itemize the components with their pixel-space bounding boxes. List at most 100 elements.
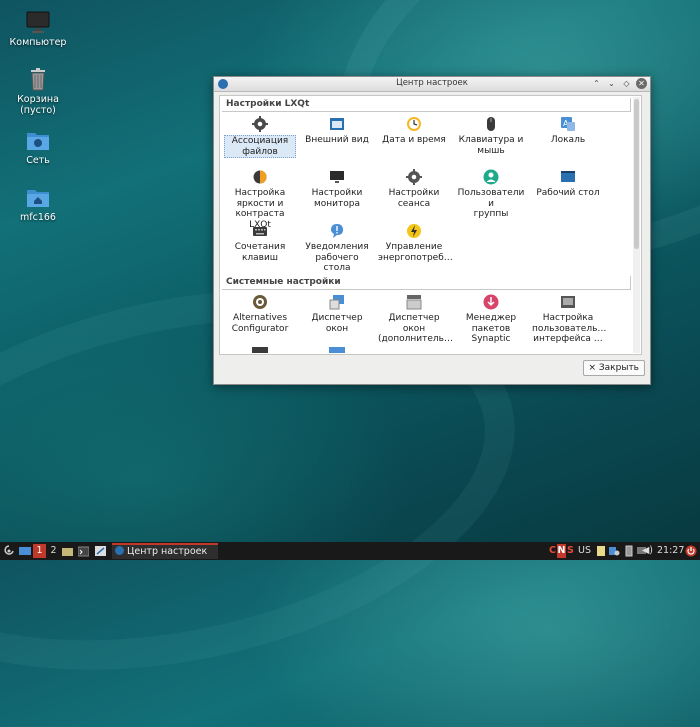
item-label: Диспетчер окон (дополнитель… xyxy=(378,313,453,344)
tray-icon-s[interactable]: S xyxy=(567,544,575,558)
network-tray-icon[interactable] xyxy=(609,544,620,558)
window-title: Центр настроек xyxy=(396,78,468,88)
text-editor-icon[interactable] xyxy=(95,544,106,558)
maximize-icon[interactable]: ◇ xyxy=(621,78,632,89)
item-label: Настройки сеанса xyxy=(388,188,440,209)
section-title-system: Системные настройки xyxy=(222,276,631,290)
monitor-icon xyxy=(25,10,51,34)
window-manager-advanced-icon xyxy=(406,294,422,310)
partial-row-icon xyxy=(329,347,345,353)
item-notifications[interactable]: Уведомления рабочего стола xyxy=(301,223,373,274)
settings-center-window: Центр настроек ⌃ ⌄ ◇ ✕ Настройки LXQt Ас… xyxy=(213,76,651,385)
desktop-icon-home[interactable]: mfc166 xyxy=(8,185,68,223)
window-manager-icon xyxy=(329,294,345,310)
desktop-icon-computer[interactable]: Компьютер xyxy=(8,10,68,48)
item-monitor-settings[interactable]: Настройки монитора xyxy=(301,169,373,209)
clock[interactable]: 21:27 xyxy=(657,544,684,558)
settings-list: Настройки LXQt Ассоциация файлов Внешний… xyxy=(219,95,642,355)
item-label: Ассоциация файлов xyxy=(224,135,296,158)
item-label: Уведомления рабочего стола xyxy=(305,242,369,273)
taskbar-window-button[interactable]: Центр настроек xyxy=(112,543,218,559)
item-label: Alternatives Configurator xyxy=(231,313,289,334)
item-label: Менеджер пакетов Synaptic xyxy=(465,313,517,344)
appearance-icon xyxy=(329,116,345,132)
desktop-icon-label: Корзина (пусто) xyxy=(17,94,59,116)
item-label: Клавиатура и мышь xyxy=(458,135,524,156)
show-desktop-icon[interactable] xyxy=(19,544,31,558)
item-users-groups[interactable]: Пользователи и группы xyxy=(455,169,527,220)
locale-icon: A xyxy=(560,116,576,132)
tray-icon-c[interactable]: C xyxy=(549,544,557,558)
item-label: Пользователи и группы xyxy=(457,188,525,219)
power-menu-icon[interactable] xyxy=(685,544,697,558)
item-synaptic[interactable]: Менеджер пакетов Synaptic xyxy=(455,294,527,345)
desktop-icon-label: mfc166 xyxy=(20,212,56,223)
app-icon xyxy=(115,546,124,555)
item-appearance[interactable]: Внешний вид xyxy=(301,116,373,146)
keyboard-icon xyxy=(252,223,268,239)
item-ui-settings[interactable]: Настройка пользователь… интерфейса … xyxy=(532,294,607,345)
section-title-lxqt: Настройки LXQt xyxy=(222,98,631,112)
brightness-icon xyxy=(252,169,268,185)
item-window-manager-advanced[interactable]: Диспетчер окон (дополнитель… xyxy=(378,294,453,345)
tray-icon-n[interactable]: N xyxy=(557,544,566,558)
clipboard-icon[interactable] xyxy=(596,544,606,558)
item-label: Настройки монитора xyxy=(311,188,363,209)
desktop-icon-network[interactable]: Сеть xyxy=(8,128,68,166)
terminal-icon[interactable] xyxy=(77,544,90,558)
item-label: Настройка пользователь… интерфейса … xyxy=(532,313,607,344)
item-locale[interactable]: A Локаль xyxy=(532,116,604,146)
item-label: Рабочий стол xyxy=(536,188,600,198)
partial-row-icon xyxy=(252,347,268,353)
close-button[interactable]: × Закрыть xyxy=(582,360,645,376)
minimize-icon[interactable]: ⌄ xyxy=(606,78,617,89)
monitor-icon xyxy=(329,169,345,185)
trash-icon xyxy=(25,67,51,91)
item-label: Внешний вид xyxy=(305,135,369,145)
keep-above-icon[interactable]: ⌃ xyxy=(591,78,602,89)
item-keyboard-mouse[interactable]: Клавиатура и мышь xyxy=(455,116,527,156)
close-icon[interactable]: ✕ xyxy=(636,78,647,89)
session-gear-icon xyxy=(406,169,422,185)
keyboard-layout[interactable]: US xyxy=(578,544,592,558)
desktop-icon-label: Компьютер xyxy=(9,37,67,48)
volume-icon[interactable]: ◀) xyxy=(642,544,653,558)
file-manager-icon[interactable] xyxy=(62,544,73,558)
item-label: Диспетчер окон xyxy=(311,313,363,334)
notification-icon xyxy=(329,223,345,239)
item-brightness[interactable]: Настройка яркости и контраста LXQt xyxy=(224,169,296,230)
users-icon xyxy=(483,169,499,185)
desktop-icon-trash[interactable]: Корзина (пусто) xyxy=(8,67,68,116)
vertical-scrollbar[interactable] xyxy=(633,97,640,353)
clock-icon xyxy=(406,116,422,132)
power-icon xyxy=(406,223,422,239)
item-file-associations[interactable]: Ассоциация файлов xyxy=(224,116,296,158)
ui-settings-icon xyxy=(560,294,576,310)
main-menu-icon[interactable] xyxy=(3,544,15,558)
item-session-settings[interactable]: Настройки сеанса xyxy=(378,169,450,209)
synaptic-icon xyxy=(483,294,499,310)
network-folder-icon xyxy=(25,128,51,152)
item-label: Управление энергопотреб… xyxy=(378,242,453,263)
task-title: Центр настроек xyxy=(127,546,208,557)
workspace-1-button[interactable]: 1 xyxy=(33,544,46,558)
item-label: Дата и время xyxy=(382,135,446,145)
item-shortcuts[interactable]: Сочетания клавиш xyxy=(224,223,296,263)
battery-icon[interactable] xyxy=(625,544,633,558)
desktop-icon xyxy=(560,169,576,185)
item-power-management[interactable]: Управление энергопотреб… xyxy=(378,223,453,263)
window-titlebar[interactable]: Центр настроек ⌃ ⌄ ◇ ✕ xyxy=(214,77,650,92)
home-folder-icon xyxy=(25,185,51,209)
gear-icon xyxy=(252,116,268,132)
item-alternatives[interactable]: Alternatives Configurator xyxy=(224,294,296,334)
taskbar: 1 2 Центр настроек C N S US ◀) 21:27 xyxy=(0,542,700,560)
item-desktop[interactable]: Рабочий стол xyxy=(532,169,604,199)
mouse-icon xyxy=(483,116,499,132)
item-date-time[interactable]: Дата и время xyxy=(378,116,450,146)
item-label: Сочетания клавиш xyxy=(234,242,286,263)
workspace-2-button[interactable]: 2 xyxy=(48,544,59,558)
item-window-manager[interactable]: Диспетчер окон xyxy=(301,294,373,334)
desktop-icon-label: Сеть xyxy=(26,155,50,166)
scrollbar-thumb[interactable] xyxy=(634,99,639,249)
alternatives-icon xyxy=(252,294,268,310)
